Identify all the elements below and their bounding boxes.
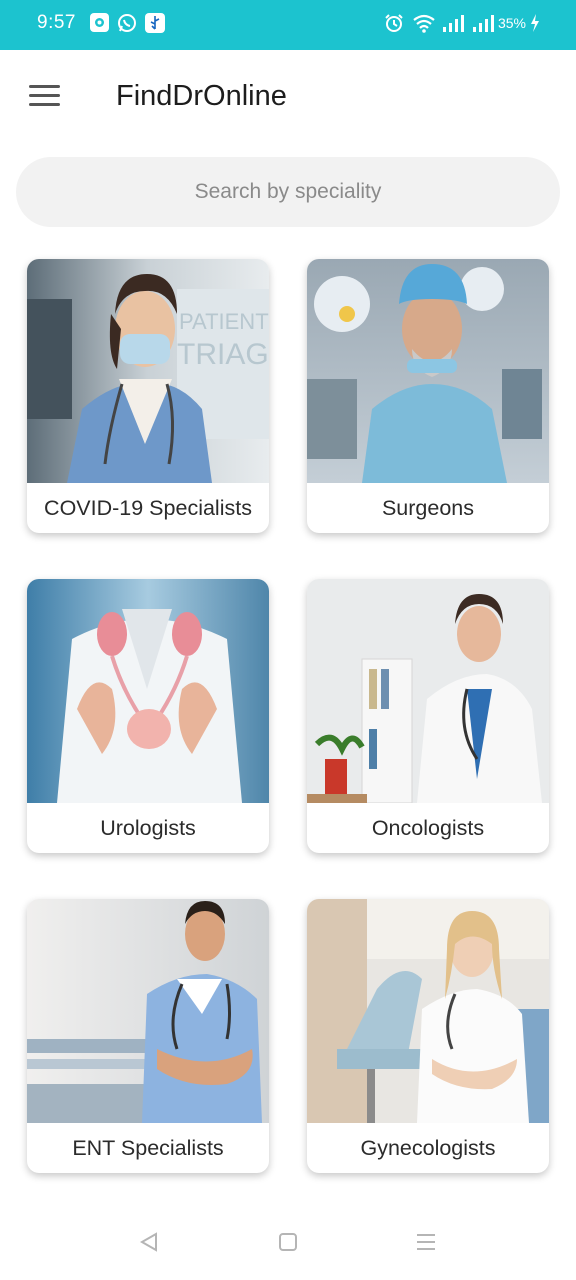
speciality-card-gynecologists[interactable]: Gynecologists [307,899,549,1173]
speciality-card-surgeons[interactable]: Surgeons [307,259,549,533]
back-icon[interactable] [129,1222,169,1262]
urologist-photo [27,579,269,803]
whatsapp-icon [117,13,137,38]
battery-level: 35% [497,15,526,31]
svg-text:TRIAGE: TRIAGE [177,338,269,371]
charging-icon [530,13,540,38]
speciality-label: Surgeons [381,495,475,520]
speciality-label: Gynecologists [360,1135,496,1160]
speciality-card-covid19[interactable]: PATIENT TRIAGE COVID-19 Specialists [27,259,269,533]
surgeon-photo [307,259,549,483]
recents-icon[interactable] [406,1222,446,1262]
system-nav-bar [0,1200,576,1280]
speciality-card-urologists[interactable]: Urologists [27,579,269,853]
signal-icon-2 [472,13,494,38]
ent-specialist-photo [27,899,269,1123]
hamburger-menu-icon[interactable] [22,76,68,116]
speciality-card-oncologists[interactable]: Oncologists [307,579,549,853]
signal-icon [442,13,464,38]
speciality-card-ent[interactable]: ENT Specialists [27,899,269,1173]
covid-specialist-photo: PATIENT TRIAGE [27,259,269,483]
home-icon[interactable] [268,1222,308,1262]
oncologist-photo [307,579,549,803]
svg-text:PATIENT: PATIENT [179,309,269,334]
usb-icon [145,13,165,38]
wifi-icon [412,13,436,38]
search-input[interactable]: Search by speciality [16,157,560,227]
app-title: FindDrOnline [116,80,287,112]
speciality-label: Urologists [100,815,196,840]
search-placeholder: Search by speciality [194,180,382,203]
status-time: 9:57 [37,12,76,33]
app-notification-icon [90,13,109,37]
alarm-icon [384,13,404,38]
status-bar: 9:57 35% [0,0,576,50]
app-bar: FindDrOnline [0,50,576,146]
gynecologist-photo [307,899,549,1123]
speciality-label: COVID-19 Specialists [44,495,252,520]
speciality-label: ENT Specialists [72,1135,224,1160]
speciality-label: Oncologists [371,815,485,840]
